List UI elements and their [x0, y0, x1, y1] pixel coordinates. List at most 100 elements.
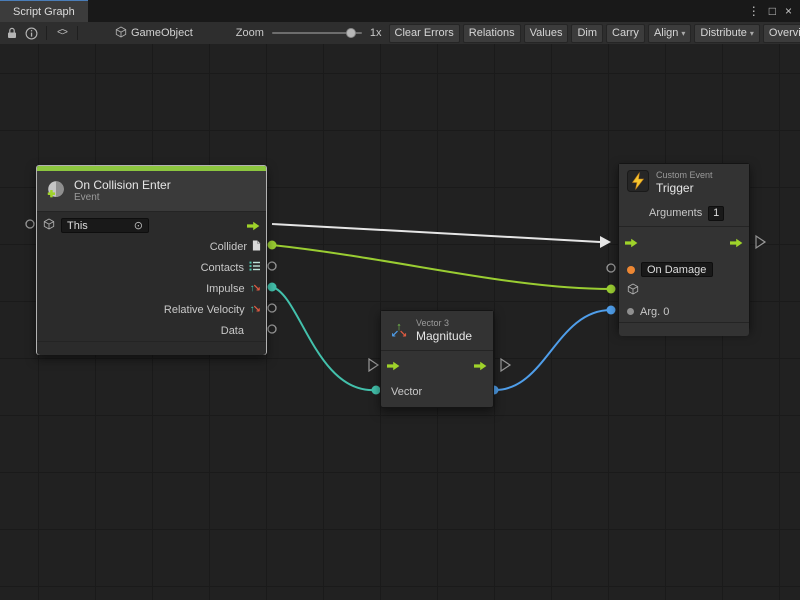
impulse-label: Impulse: [206, 283, 245, 295]
object-picker-icon[interactable]: ⊙: [134, 219, 143, 232]
align-label: Align: [654, 27, 678, 39]
impulse-output-port[interactable]: [268, 283, 277, 292]
flow-output-arrow-icon[interactable]: [474, 361, 487, 371]
info-icon[interactable]: [23, 25, 39, 41]
magnitude-flow-in-triangle[interactable]: [369, 359, 378, 371]
node-vector3-magnitude[interactable]: ↑ ↙↘ Vector 3 Magnitude Vector: [380, 310, 494, 408]
zoom-slider-knob[interactable]: [346, 28, 356, 38]
string-port-dot[interactable]: [627, 266, 635, 274]
port-row-impulse: Impulse ↑↘: [37, 278, 266, 299]
contacts-output-port[interactable]: [268, 262, 276, 270]
zoom-value: 1x: [370, 27, 382, 39]
chevron-down-icon: ▾: [681, 29, 685, 38]
flow-output-arrow-icon[interactable]: [730, 238, 743, 248]
port-row-contacts: Contacts: [37, 257, 266, 278]
tab-script-graph[interactable]: Script Graph: [0, 0, 88, 22]
port-row-this-flow: This ⊙: [37, 215, 266, 236]
graph-owner-label: GameObject: [131, 27, 193, 39]
target-field[interactable]: This ⊙: [61, 218, 149, 233]
arguments-count-field[interactable]: 1: [708, 206, 724, 221]
relations-button[interactable]: Relations: [463, 24, 521, 43]
node-trigger-custom-event[interactable]: Custom Event Trigger Arguments 1 On Dama…: [618, 163, 750, 330]
wire-impulse-to-vector[interactable]: [272, 287, 376, 390]
toolbar-separator: [46, 26, 47, 40]
arg0-input-port[interactable]: [607, 306, 616, 315]
flow-row: [381, 350, 493, 381]
wire-magnitude-to-arg0[interactable]: [494, 310, 611, 390]
flow-input-arrow-icon[interactable]: [387, 361, 400, 371]
wire-flow-to-trigger[interactable]: [272, 224, 600, 242]
zoom-slider[interactable]: [272, 25, 362, 41]
dim-button[interactable]: Dim: [571, 24, 603, 43]
node-category: Custom Event: [656, 170, 713, 181]
port-row-data: Data: [37, 320, 266, 341]
port-row-event-name: On Damage: [619, 259, 749, 280]
gameobject-cube-icon: [43, 218, 55, 233]
generic-port-dot[interactable]: [627, 308, 634, 315]
tab-bar-spacer: [88, 0, 740, 22]
carry-button[interactable]: Carry: [606, 24, 645, 43]
data-output-port[interactable]: [268, 325, 276, 333]
overview-button[interactable]: Overview: [763, 24, 800, 43]
relative-velocity-output-port[interactable]: [268, 304, 276, 312]
event-name-input-port[interactable]: [607, 264, 615, 272]
clear-errors-button[interactable]: Clear Errors: [389, 24, 460, 43]
magnitude-flow-out-triangle[interactable]: [501, 359, 510, 371]
graph-toolbar: <> GameObject Zoom 1x Clear Errors Relat…: [0, 22, 800, 45]
collider-label: Collider: [210, 241, 247, 253]
icon-spacer: [249, 326, 261, 336]
distribute-button[interactable]: Distribute ▾: [694, 24, 759, 43]
port-row-vector: Vector: [381, 381, 493, 402]
arg0-label: Arg. 0: [640, 306, 669, 318]
vector3-icon: ↑↘: [250, 284, 261, 294]
relative-velocity-label: Relative Velocity: [164, 304, 245, 316]
vector3-icon: ↑ ↙↘: [389, 323, 409, 339]
node-subtitle: Event: [74, 192, 171, 204]
flow-output-arrow-icon[interactable]: [247, 221, 260, 231]
custom-event-bolt-icon: [627, 170, 649, 195]
chevron-down-icon: ▾: [750, 29, 754, 38]
wire-flow-arrowhead: [600, 236, 611, 248]
collider-output-port[interactable]: [268, 241, 277, 250]
align-button[interactable]: Align ▾: [648, 24, 691, 43]
zoom-label: Zoom: [236, 27, 264, 39]
close-icon[interactable]: ×: [785, 5, 792, 17]
node-footer: [37, 341, 266, 355]
trigger-flow-out-triangle[interactable]: [756, 236, 765, 248]
values-button[interactable]: Values: [524, 24, 569, 43]
port-row-target: [619, 280, 749, 301]
document-icon: [252, 240, 261, 254]
event-name-field[interactable]: On Damage: [641, 262, 713, 277]
contacts-label: Contacts: [201, 262, 244, 274]
maximize-icon[interactable]: □: [769, 5, 776, 17]
wire-collider-to-target[interactable]: [272, 245, 611, 289]
flow-row: [619, 226, 749, 259]
node-footer: [619, 322, 749, 336]
tab-label: Script Graph: [13, 6, 75, 18]
node-category: Vector 3: [416, 318, 472, 329]
code-view-icon[interactable]: <>: [54, 25, 70, 41]
distribute-label: Distribute: [700, 27, 746, 39]
tab-bar: Script Graph ⋮ □ ×: [0, 0, 800, 22]
collision-event-icon: [45, 179, 67, 204]
trigger-target-input-port[interactable]: [607, 285, 616, 294]
graph-canvas[interactable]: On Collision Enter Event This ⊙: [0, 44, 800, 600]
node-title: Trigger: [656, 181, 713, 195]
this-input-port[interactable]: [26, 220, 34, 228]
node-on-collision-enter[interactable]: On Collision Enter Event This ⊙: [36, 165, 267, 355]
node-title: On Collision Enter: [74, 178, 171, 192]
data-label: Data: [221, 325, 244, 337]
port-row-collider: Collider: [37, 236, 266, 257]
target-field-value: This: [67, 220, 88, 232]
arguments-label: Arguments: [649, 207, 702, 219]
gameobject-cube-icon: [627, 283, 639, 298]
graph-owner[interactable]: GameObject: [115, 26, 193, 41]
list-icon: [249, 261, 261, 274]
node-title: Magnitude: [416, 329, 472, 343]
toolbar-separator: [77, 26, 78, 40]
port-row-relative-velocity: Relative Velocity ↑↘: [37, 299, 266, 320]
window-menu-icon[interactable]: ⋮: [748, 5, 760, 17]
vector3-icon: ↑↘: [250, 305, 261, 315]
lock-icon[interactable]: [4, 25, 20, 41]
flow-input-arrow-icon[interactable]: [625, 238, 638, 248]
